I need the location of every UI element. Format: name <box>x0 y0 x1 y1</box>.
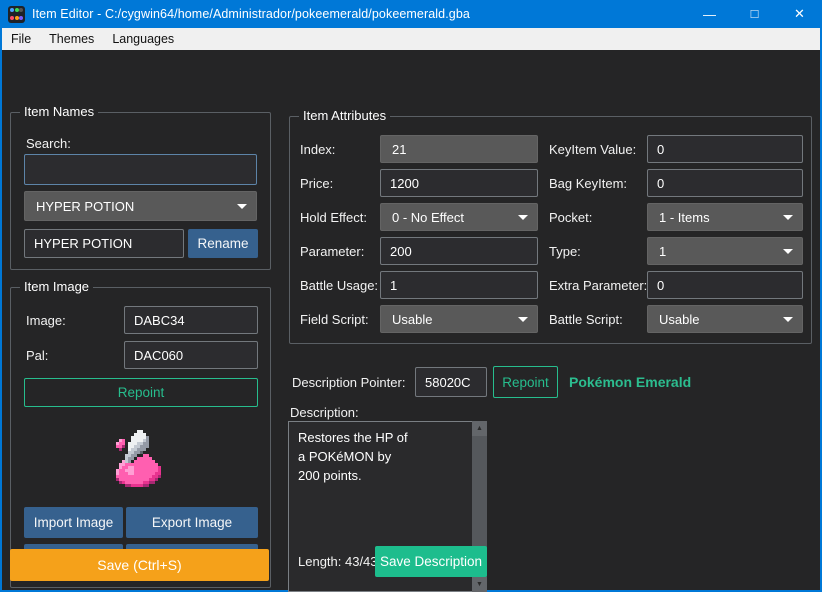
chevron-down-icon <box>518 317 528 322</box>
parameter-input[interactable]: 200 <box>380 237 538 265</box>
hold-effect-label: Hold Effect: <box>300 210 367 225</box>
description-repoint-button[interactable]: Repoint <box>493 366 558 398</box>
export-image-button[interactable]: Export Image <box>126 507 258 538</box>
app-window: Item Editor - C:/cygwin64/home/Administr… <box>0 0 822 592</box>
description-pointer-label: Description Pointer: <box>292 375 405 390</box>
pocket-value: 1 - Items <box>659 210 710 225</box>
image-offset-input[interactable]: DABC34 <box>124 306 258 334</box>
field-script-dropdown[interactable]: Usable <box>380 305 538 333</box>
bag-keyitem-label: Bag KeyItem: <box>549 176 627 191</box>
item-image-group-title: Item Image <box>20 279 93 294</box>
price-input[interactable]: 1200 <box>380 169 538 197</box>
pocket-label: Pocket: <box>549 210 592 225</box>
content-area: Item Names Search: HYPER POTION HYPER PO… <box>2 50 820 590</box>
index-label: Index: <box>300 142 335 157</box>
index-field: 21 <box>380 135 538 163</box>
type-value: 1 <box>659 244 666 259</box>
menu-languages[interactable]: Languages <box>103 28 183 50</box>
title-bar: Item Editor - C:/cygwin64/home/Administr… <box>0 0 822 28</box>
extra-parameter-label: Extra Parameter: <box>549 278 647 293</box>
parameter-label: Parameter: <box>300 244 364 259</box>
field-script-label: Field Script: <box>300 312 369 327</box>
chevron-down-icon <box>518 215 528 220</box>
image-repoint-button[interactable]: Repoint <box>24 378 258 407</box>
type-label: Type: <box>549 244 581 259</box>
item-name-input[interactable]: HYPER POTION <box>24 229 184 258</box>
scroll-up-icon[interactable]: ▲ <box>472 421 487 436</box>
close-button[interactable]: ✕ <box>777 0 822 28</box>
battle-usage-input[interactable]: 1 <box>380 271 538 299</box>
window-title: Item Editor - C:/cygwin64/home/Administr… <box>32 7 470 21</box>
hold-effect-value: 0 - No Effect <box>392 210 464 225</box>
menu-themes[interactable]: Themes <box>40 28 103 50</box>
save-description-button[interactable]: Save Description <box>375 546 487 577</box>
description-pointer-input[interactable]: 58020C <box>415 367 487 397</box>
battle-script-label: Battle Script: <box>549 312 623 327</box>
chevron-down-icon <box>783 317 793 322</box>
keyitem-value-input[interactable]: 0 <box>647 135 803 163</box>
item-attributes-group-title: Item Attributes <box>299 108 390 123</box>
menu-file[interactable]: File <box>2 28 40 50</box>
type-dropdown[interactable]: 1 <box>647 237 803 265</box>
item-sprite-image <box>113 430 167 487</box>
description-label: Description: <box>290 405 359 420</box>
battle-script-value: Usable <box>659 312 699 327</box>
scroll-down-icon[interactable]: ▼ <box>472 577 487 592</box>
item-names-group-title: Item Names <box>20 104 98 119</box>
item-select-dropdown[interactable]: HYPER POTION <box>24 191 257 221</box>
extra-parameter-input[interactable]: 0 <box>647 271 803 299</box>
battle-script-dropdown[interactable]: Usable <box>647 305 803 333</box>
app-icon <box>8 6 25 23</box>
image-label: Image: <box>26 313 66 328</box>
import-image-button[interactable]: Import Image <box>24 507 123 538</box>
field-script-value: Usable <box>392 312 432 327</box>
price-label: Price: <box>300 176 333 191</box>
rename-button[interactable]: Rename <box>188 229 258 258</box>
chevron-down-icon <box>783 215 793 220</box>
rom-name-label: Pokémon Emerald <box>569 374 691 390</box>
bag-keyitem-input[interactable]: 0 <box>647 169 803 197</box>
save-button[interactable]: Save (Ctrl+S) <box>10 549 269 581</box>
menu-bar: File Themes Languages <box>2 28 820 50</box>
chevron-down-icon <box>783 249 793 254</box>
keyitem-value-label: KeyItem Value: <box>549 142 636 157</box>
maximize-button[interactable]: ☐ <box>732 0 777 28</box>
length-label: Length: 43/43 <box>298 554 378 569</box>
search-label: Search: <box>26 136 71 151</box>
pocket-dropdown[interactable]: 1 - Items <box>647 203 803 231</box>
hold-effect-dropdown[interactable]: 0 - No Effect <box>380 203 538 231</box>
minimize-button[interactable]: — <box>687 0 732 28</box>
battle-usage-label: Battle Usage: <box>300 278 378 293</box>
chevron-down-icon <box>237 204 247 209</box>
pal-label: Pal: <box>26 348 48 363</box>
pal-offset-input[interactable]: DAC060 <box>124 341 258 369</box>
item-select-value: HYPER POTION <box>36 199 134 214</box>
search-input[interactable] <box>24 154 257 185</box>
